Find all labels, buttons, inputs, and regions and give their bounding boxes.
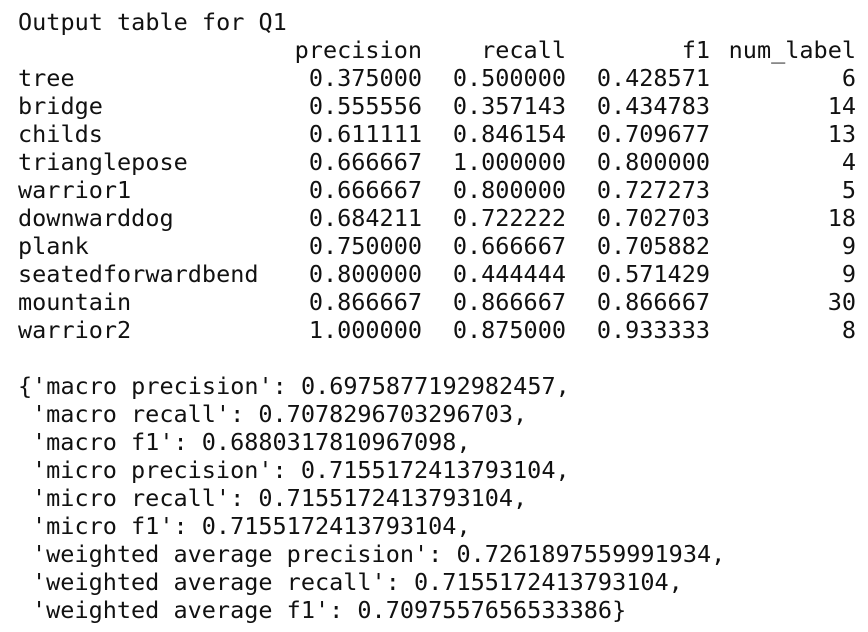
metrics-line: 'micro recall': 0.7155172413793104, [32,484,528,512]
cell-precision: 0.866667 [308,288,422,316]
cell-precision: 0.666667 [308,148,422,176]
row-label: childs [18,120,103,148]
cell-recall: 1.000000 [452,148,566,176]
table-row: warrior1 0.666667 0.800000 0.727273 5 [18,176,856,204]
table-header-row: precision recall f1 num_label [18,36,856,64]
cell-f1: 0.434783 [596,92,710,120]
cell-num-label: 14 [827,92,856,120]
metrics-line: 'weighted average precision': 0.72618975… [32,540,726,568]
row-label: downwarddog [18,204,174,232]
metrics-line: {'macro precision': 0.6975877192982457, [18,372,570,400]
table-row: seatedforwardbend 0.800000 0.444444 0.57… [18,260,856,288]
table-row: trianglepose 0.666667 1.000000 0.800000 … [18,148,856,176]
cell-precision: 0.375000 [308,64,422,92]
row-label: warrior2 [18,316,132,344]
row-label: seatedforwardbend [18,260,259,288]
row-label: tree [18,64,75,92]
cell-f1: 0.705882 [596,232,710,260]
column-header-num-label: num_label [728,36,856,64]
table-row: mountain 0.866667 0.866667 0.866667 30 [18,288,856,316]
cell-precision: 1.000000 [308,316,422,344]
cell-recall: 0.666667 [452,232,566,260]
table-row: childs 0.611111 0.846154 0.709677 13 [18,120,856,148]
cell-num-label: 9 [841,232,856,260]
cell-recall: 0.722222 [452,204,566,232]
row-label: bridge [18,92,103,120]
cell-num-label: 30 [827,288,856,316]
cell-precision: 0.611111 [308,120,422,148]
cell-num-label: 18 [827,204,856,232]
column-header-f1: f1 [681,36,710,64]
row-label: warrior1 [18,176,132,204]
metrics-line: 'macro recall': 0.7078296703296703, [32,400,528,428]
cell-num-label: 6 [841,64,856,92]
table-row: tree 0.375000 0.500000 0.428571 6 [18,64,856,92]
cell-num-label: 13 [827,120,856,148]
row-label: plank [18,232,89,260]
cell-recall: 0.875000 [452,316,566,344]
cell-precision: 0.800000 [308,260,422,288]
header-index-blank [18,36,292,64]
column-header-precision: precision [294,36,422,64]
cell-f1: 0.800000 [596,148,710,176]
row-label: mountain [18,288,132,316]
cell-f1: 0.709677 [596,120,710,148]
cell-precision: 0.666667 [308,176,422,204]
table-row: bridge 0.555556 0.357143 0.434783 14 [18,92,856,120]
table-row: warrior2 1.000000 0.875000 0.933333 8 [18,316,856,344]
metrics-line: 'micro f1': 0.7155172413793104, [32,512,471,540]
cell-recall: 0.444444 [452,260,566,288]
metrics-line: 'macro f1': 0.6880317810967098, [32,428,471,456]
metrics-line: 'weighted average f1': 0.709755765653338… [32,596,627,624]
cell-f1: 0.702703 [596,204,710,232]
table-row: downwarddog 0.684211 0.722222 0.702703 1… [18,204,856,232]
cell-f1: 0.727273 [596,176,710,204]
cell-recall: 0.846154 [452,120,566,148]
cell-num-label: 5 [841,176,856,204]
cell-f1: 0.571429 [596,260,710,288]
cell-num-label: 9 [841,260,856,288]
metrics-line: 'micro precision': 0.7155172413793104, [32,456,570,484]
notebook-output: Output table for Q1 precision recall f1 … [18,8,856,624]
cell-num-label: 8 [841,316,856,344]
cell-recall: 0.357143 [452,92,566,120]
cell-precision: 0.684211 [308,204,422,232]
cell-f1: 0.866667 [596,288,710,316]
cell-recall: 0.800000 [452,176,566,204]
output-title: Output table for Q1 [18,8,287,36]
cell-precision: 0.555556 [308,92,422,120]
row-label: trianglepose [18,148,188,176]
cell-f1: 0.428571 [596,64,710,92]
cell-precision: 0.750000 [308,232,422,260]
cell-recall: 0.500000 [452,64,566,92]
metrics-line: 'weighted average recall': 0.71551724137… [32,568,683,596]
cell-num-label: 4 [841,148,856,176]
column-header-recall: recall [481,36,566,64]
cell-f1: 0.933333 [596,316,710,344]
table-row: plank 0.750000 0.666667 0.705882 9 [18,232,856,260]
cell-recall: 0.866667 [452,288,566,316]
